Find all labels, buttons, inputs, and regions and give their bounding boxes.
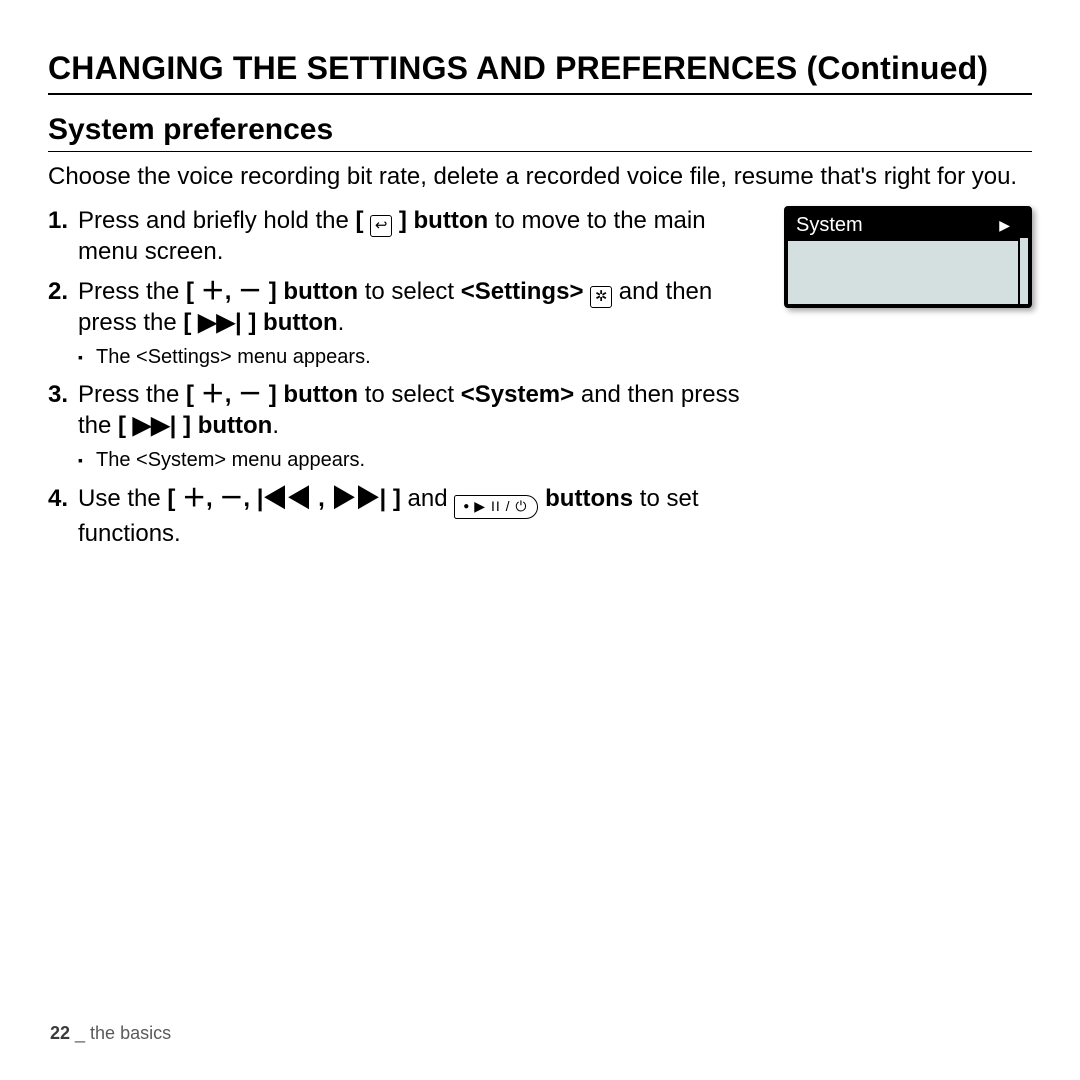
back-icon: ↩ [370,215,392,237]
step-2-bracket-open: [ [186,278,201,305]
step-1-text-a: Press and briefly hold the [78,207,356,234]
step-3-text-a: Press the [78,381,186,408]
step-3-bracket-close-2: ] [176,412,191,439]
step-3: Press the [ ＋, － ] button to select <Sys… [48,380,766,473]
step-2-sub: The <Settings> menu appears. [78,345,766,371]
play-power-icon: ●▶ II / ⏻ [454,495,538,519]
step-2-button-word-2: button [263,309,338,336]
step-2-plusminus: ＋, － [201,278,262,305]
steps-list: Press and briefly hold the [ ↩ ] button … [48,206,766,550]
step-2-text-c: to select [358,278,461,305]
step-3-bracket-close: ] [262,381,277,408]
intro-text: Choose the voice recording bit rate, del… [48,162,1032,192]
step-4-nav: ＋, －, |◀◀ , ▶▶| [182,485,386,512]
device-illustration: System ▶ [784,206,1032,308]
step-1-bracket-close: ] [392,207,407,234]
step-2-bracket-open-2: [ [183,309,198,336]
step-3-button-word: button [283,381,358,408]
gear-icon: ✲ [590,286,612,308]
footer-sep: _ [70,1023,90,1043]
step-1: Press and briefly hold the [ ↩ ] button … [48,206,766,267]
step-3-ff: ▶▶| [133,412,177,439]
step-3-plusminus: ＋, － [201,381,262,408]
step-3-bracket-open: [ [186,381,201,408]
step-4-buttons-word: buttons [545,485,633,512]
step-4-text-a: Use the [78,485,167,512]
section-title: CHANGING THE SETTINGS AND PREFERENCES (C… [48,50,1032,95]
step-2-settings: <Settings> [461,278,584,305]
step-2-text-a: Press the [78,278,186,305]
step-4: Use the [ ＋, －, |◀◀ , ▶▶| ] and ●▶ II / … [48,484,766,550]
step-2-ff: ▶▶| [198,309,242,336]
step-3-system: <System> [461,381,574,408]
device-selected-row: System ▶ [788,210,1018,241]
step-1-bracket-open: [ [356,207,371,234]
subsection-title: System preferences [48,113,1032,152]
page-footer: 22 _ the basics [50,1023,171,1044]
step-3-text-c: to select [358,381,461,408]
chevron-right-icon: ▶ [999,217,1010,234]
step-3-bracket-open-2: [ [118,412,133,439]
step-2-bracket-close: ] [262,278,277,305]
step-4-bracket-close: ] [386,485,401,512]
device-scrollbar [1018,210,1028,304]
step-4-text-b: and [401,485,454,512]
step-2: Press the [ ＋, － ] button to select <Set… [48,277,766,370]
step-2-bracket-close-2: ] [242,309,257,336]
step-3-sub: The <System> menu appears. [78,448,766,474]
step-3-button-word-2: button [198,412,273,439]
step-2-button-word: button [283,278,358,305]
footer-label: the basics [90,1023,171,1043]
step-4-bracket-open: [ [167,485,182,512]
device-selected-label: System [796,214,863,237]
step-1-button-word: button [414,207,489,234]
page-number: 22 [50,1023,70,1043]
